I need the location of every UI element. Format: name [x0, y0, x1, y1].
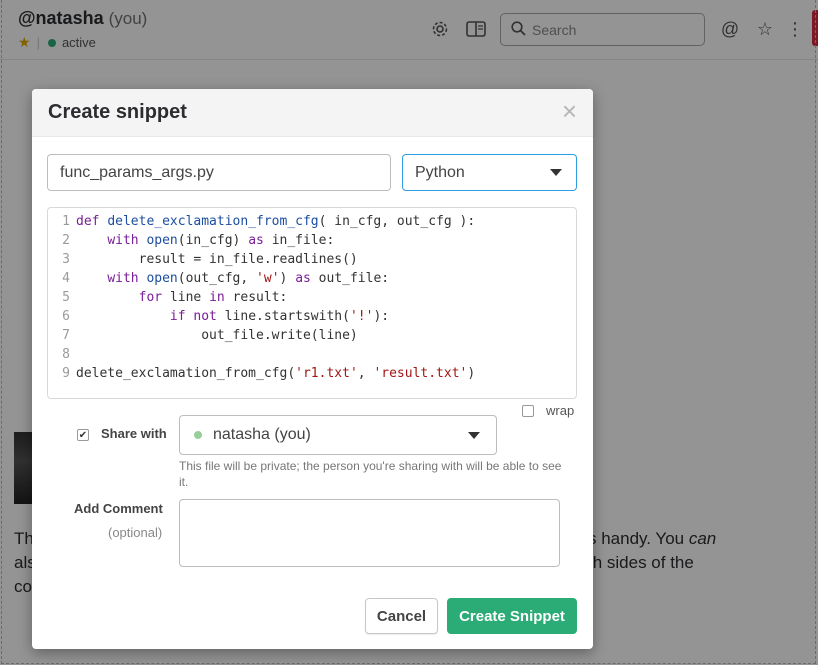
code-token: delete_exclamation_from_cfg	[107, 214, 319, 229]
code-token: '!'	[349, 309, 374, 324]
code-token: with	[107, 271, 147, 286]
code-token: def	[76, 214, 108, 229]
dialog-header: Create snippet ×	[32, 89, 593, 137]
code-token: in_file:	[271, 233, 335, 248]
line-number: 9	[62, 366, 70, 381]
code-token: 'w'	[256, 271, 280, 286]
code-token: line	[169, 290, 210, 305]
filename-input[interactable]	[47, 154, 391, 191]
dialog-title: Create snippet	[48, 101, 187, 123]
share-note: This file will be private; the person yo…	[179, 459, 562, 489]
create-snippet-button[interactable]: Create Snippet	[447, 598, 577, 634]
share-checkbox[interactable]: ✔	[77, 429, 89, 441]
language-value: Python	[415, 163, 465, 181]
code-token: ( in_cfg, out_cfg ):	[318, 214, 476, 229]
chevron-down-icon	[468, 431, 480, 439]
code-token: )	[467, 366, 476, 381]
close-icon[interactable]: ×	[562, 97, 577, 125]
code-token: ,	[357, 366, 374, 381]
line-number: 5	[62, 290, 70, 305]
code-line: 2 with open(in_cfg) as in_file:	[48, 231, 576, 250]
code-editor[interactable]: 1 def delete_exclamation_from_cfg( in_cfg…	[47, 207, 577, 399]
code-token: as	[295, 271, 319, 286]
line-number: 1	[62, 214, 70, 229]
code-token: line.startswith(	[224, 309, 350, 324]
code-token: in	[209, 290, 233, 305]
code-token: (out_cfg,	[177, 271, 257, 286]
code-token: for	[138, 290, 170, 305]
language-select[interactable]: Python	[402, 154, 577, 191]
code-token: result = in_file.readlines()	[76, 252, 358, 267]
code-token: out_file:	[318, 271, 390, 286]
code-line: 4 with open(out_cfg, 'w') as out_file:	[48, 269, 576, 288]
comment-textarea[interactable]	[179, 499, 560, 567]
code-line: 3 result = in_file.readlines()	[48, 250, 576, 269]
comment-optional-hint: (optional)	[108, 525, 163, 540]
code-text: if not line.startswith('!'):	[76, 307, 389, 326]
code-token: as	[248, 233, 272, 248]
share-with-value: natasha (you)	[213, 426, 311, 443]
chevron-down-icon	[550, 169, 562, 176]
cancel-button[interactable]: Cancel	[365, 598, 438, 634]
code-token: 'result.txt'	[373, 366, 468, 381]
comment-label: Add Comment	[74, 501, 163, 516]
code-text: out_file.write(line)	[76, 326, 358, 345]
share-with-label: Share with	[101, 426, 167, 441]
presence-dot-icon	[194, 431, 202, 439]
line-number: 4	[62, 271, 70, 286]
code-lines: 1 def delete_exclamation_from_cfg( in_cfg…	[48, 212, 576, 383]
code-text: result = in_file.readlines()	[76, 250, 358, 269]
code-line: 7 out_file.write(line)	[48, 326, 576, 345]
line-number: 6	[62, 309, 70, 324]
line-number: 8	[62, 347, 70, 362]
code-token: delete_exclamation_from_cfg(	[76, 366, 296, 381]
code-line: 8	[48, 345, 576, 364]
code-line: 9 delete_exclamation_from_cfg('r1.txt', '…	[48, 364, 576, 383]
wrap-toggle[interactable]: wrap	[522, 403, 574, 418]
code-line: 6 if not line.startswith('!'):	[48, 307, 576, 326]
code-token: open	[146, 233, 178, 248]
code-token: 'r1.txt'	[295, 366, 358, 381]
code-token: ):	[373, 309, 390, 324]
wrap-label: wrap	[546, 403, 575, 418]
code-text: def delete_exclamation_from_cfg( in_cfg,…	[76, 212, 475, 231]
code-line: 5 for line in result:	[48, 288, 576, 307]
code-text: with open(in_cfg) as in_file:	[76, 231, 334, 250]
code-token: with	[107, 233, 147, 248]
code-token: out_file.write(line)	[76, 328, 358, 343]
code-text: delete_exclamation_from_cfg('r1.txt', 'r…	[76, 364, 475, 383]
share-with-select[interactable]: natasha (you)	[179, 415, 497, 455]
code-token: open	[146, 271, 178, 286]
line-number: 3	[62, 252, 70, 267]
code-text: with open(out_cfg, 'w') as out_file:	[76, 269, 389, 288]
wrap-checkbox[interactable]	[522, 404, 534, 417]
line-number: 7	[62, 328, 70, 343]
code-line: 1 def delete_exclamation_from_cfg( in_cfg…	[48, 212, 576, 231]
code-token: result:	[232, 290, 288, 305]
code-token: if not	[169, 309, 225, 324]
code-token: (in_cfg)	[177, 233, 249, 248]
line-number: 2	[62, 233, 70, 248]
code-token: )	[279, 271, 296, 286]
create-snippet-dialog: Create snippet × Python 1 def delete_excl…	[32, 89, 593, 649]
code-text: for line in result:	[76, 288, 288, 307]
